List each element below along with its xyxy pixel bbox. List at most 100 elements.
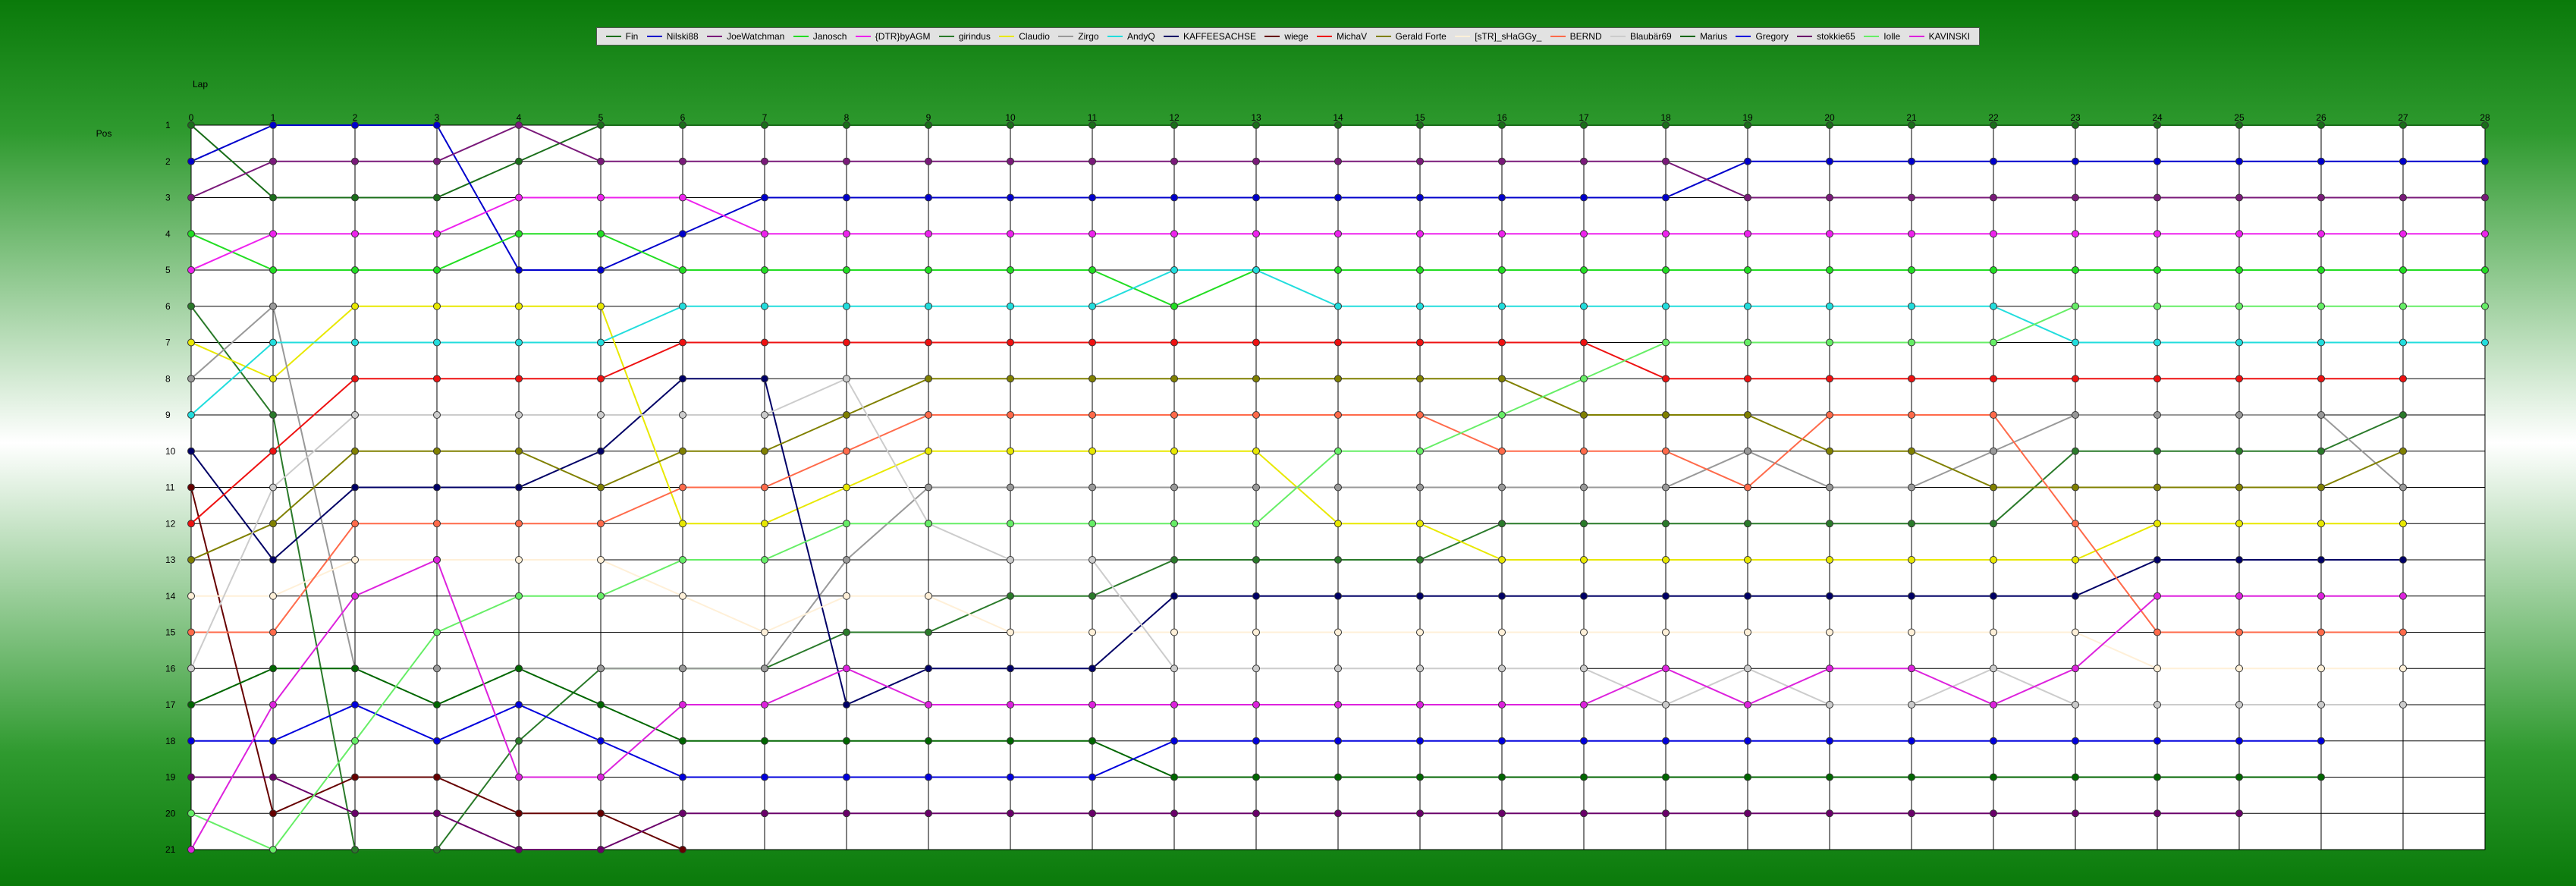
data-point-janosch: [1416, 266, 1424, 274]
data-point-gregory: [1170, 737, 1178, 745]
data-point-dtr-byagm: [925, 230, 932, 238]
data-point-marius: [843, 737, 850, 745]
data-point-gregory: [2072, 737, 2079, 745]
data-point-stokkie65: [2153, 809, 2161, 818]
data-point-fin: [1498, 121, 1506, 129]
data-point-iolle: [2153, 302, 2161, 310]
x-tick-label: 15: [1415, 112, 1425, 123]
data-point-nilski88: [1744, 157, 1751, 165]
data-point-fin: [2317, 121, 2325, 129]
x-tick-label: 3: [435, 112, 440, 123]
data-point-iolle: [1089, 520, 1096, 528]
data-point-fin: [2481, 121, 2489, 129]
data-point-claudio: [1170, 447, 1178, 455]
data-point-michav: [2399, 375, 2407, 383]
data-point-andyq: [1089, 302, 1096, 310]
data-point-girindus: [351, 846, 359, 853]
data-point-janosch: [1826, 266, 1833, 274]
data-point-stokkie65: [2235, 809, 2243, 818]
data-point-nilski88: [515, 266, 523, 274]
data-point-marius: [1416, 773, 1424, 781]
data-point-bernd: [1089, 411, 1096, 419]
data-point-michav: [761, 338, 768, 347]
data-point-michav: [1580, 338, 1588, 347]
data-point-fin: [925, 121, 932, 129]
data-point-andyq: [1662, 302, 1670, 310]
data-point-kavinski: [1170, 701, 1178, 708]
data-point-claudio: [2399, 520, 2407, 528]
data-point-bernd: [761, 483, 768, 492]
data-point-iolle: [1908, 338, 1915, 347]
data-point-claudio: [1334, 520, 1342, 528]
data-point-kavinski: [925, 701, 932, 708]
data-point-joewatchman: [843, 157, 850, 165]
data-point-bernd: [2153, 628, 2161, 636]
data-point-joewatchman: [1908, 193, 1915, 202]
data-point-str-shaggy: [1416, 628, 1424, 636]
data-point-gerald-forte: [515, 447, 523, 455]
data-point-iolle: [351, 737, 359, 745]
data-point-nilski88: [925, 193, 932, 202]
y-tick-label: 4: [165, 228, 171, 239]
x-tick-label: 5: [598, 112, 604, 123]
data-point-gerald-forte: [1498, 375, 1506, 383]
data-point-andyq: [2235, 338, 2243, 347]
data-point-blaub-r69: [1416, 664, 1424, 673]
data-point-michav: [1170, 338, 1178, 347]
data-point-bernd: [433, 520, 441, 528]
data-point-girindus: [1826, 520, 1833, 528]
data-point-kaffeesachse: [1990, 592, 1997, 600]
data-point-kavinski: [1826, 664, 1833, 673]
data-point-bernd: [1990, 411, 1997, 419]
data-point-kavinski: [2235, 592, 2243, 600]
data-point-zirgo: [1334, 483, 1342, 492]
data-point-girindus: [1170, 556, 1178, 564]
x-tick-label: 13: [1251, 112, 1261, 123]
data-point-claudio: [1252, 447, 1260, 455]
data-point-dtr-byagm: [2153, 230, 2161, 238]
data-point-marius: [2317, 773, 2325, 781]
data-point-marius: [2072, 773, 2079, 781]
data-point-claudio: [1498, 556, 1506, 564]
y-tick-label: 16: [165, 663, 176, 674]
data-point-blaub-r69: [1744, 664, 1751, 673]
data-point-janosch: [2317, 266, 2325, 274]
data-point-gerald-forte: [843, 411, 850, 419]
data-point-stokkie65: [925, 809, 932, 818]
data-point-kaffeesachse: [2399, 556, 2407, 564]
data-point-gerald-forte: [1580, 411, 1588, 419]
data-point-andyq: [1744, 302, 1751, 310]
data-point-str-shaggy: [1744, 628, 1751, 636]
data-point-kaffeesachse: [1826, 592, 1833, 600]
data-point-claudio: [761, 520, 768, 528]
data-point-kaffeesachse: [351, 483, 359, 492]
x-tick-label: 11: [1088, 112, 1098, 123]
data-point-fin: [761, 121, 768, 129]
data-point-kaffeesachse: [2235, 556, 2243, 564]
data-point-nilski88: [2317, 157, 2325, 165]
data-point-str-shaggy: [843, 592, 850, 600]
x-tick-label: 8: [844, 112, 850, 123]
data-point-stokkie65: [1416, 809, 1424, 818]
data-point-kavinski: [2153, 592, 2161, 600]
data-point-gerald-forte: [2072, 483, 2079, 492]
data-point-michav: [1990, 375, 1997, 383]
data-point-kavinski: [597, 773, 605, 781]
data-point-stokkie65: [1990, 809, 1997, 818]
data-point-stokkie65: [433, 809, 441, 818]
data-point-kaffeesachse: [679, 375, 686, 383]
data-point-gerald-forte: [1089, 375, 1096, 383]
data-point-bernd: [1662, 447, 1670, 455]
data-point-claudio: [597, 302, 605, 310]
data-point-zirgo: [925, 483, 932, 492]
data-point-str-shaggy: [351, 556, 359, 564]
data-point-marius: [1498, 773, 1506, 781]
data-point-marius: [1826, 773, 1833, 781]
data-point-gerald-forte: [925, 375, 932, 383]
data-point-kavinski: [1744, 701, 1751, 708]
data-point-michav: [269, 447, 277, 455]
data-point-iolle: [925, 520, 932, 528]
data-point-zirgo: [1416, 483, 1424, 492]
data-point-kaffeesachse: [1744, 592, 1751, 600]
data-point-marius: [351, 664, 359, 673]
